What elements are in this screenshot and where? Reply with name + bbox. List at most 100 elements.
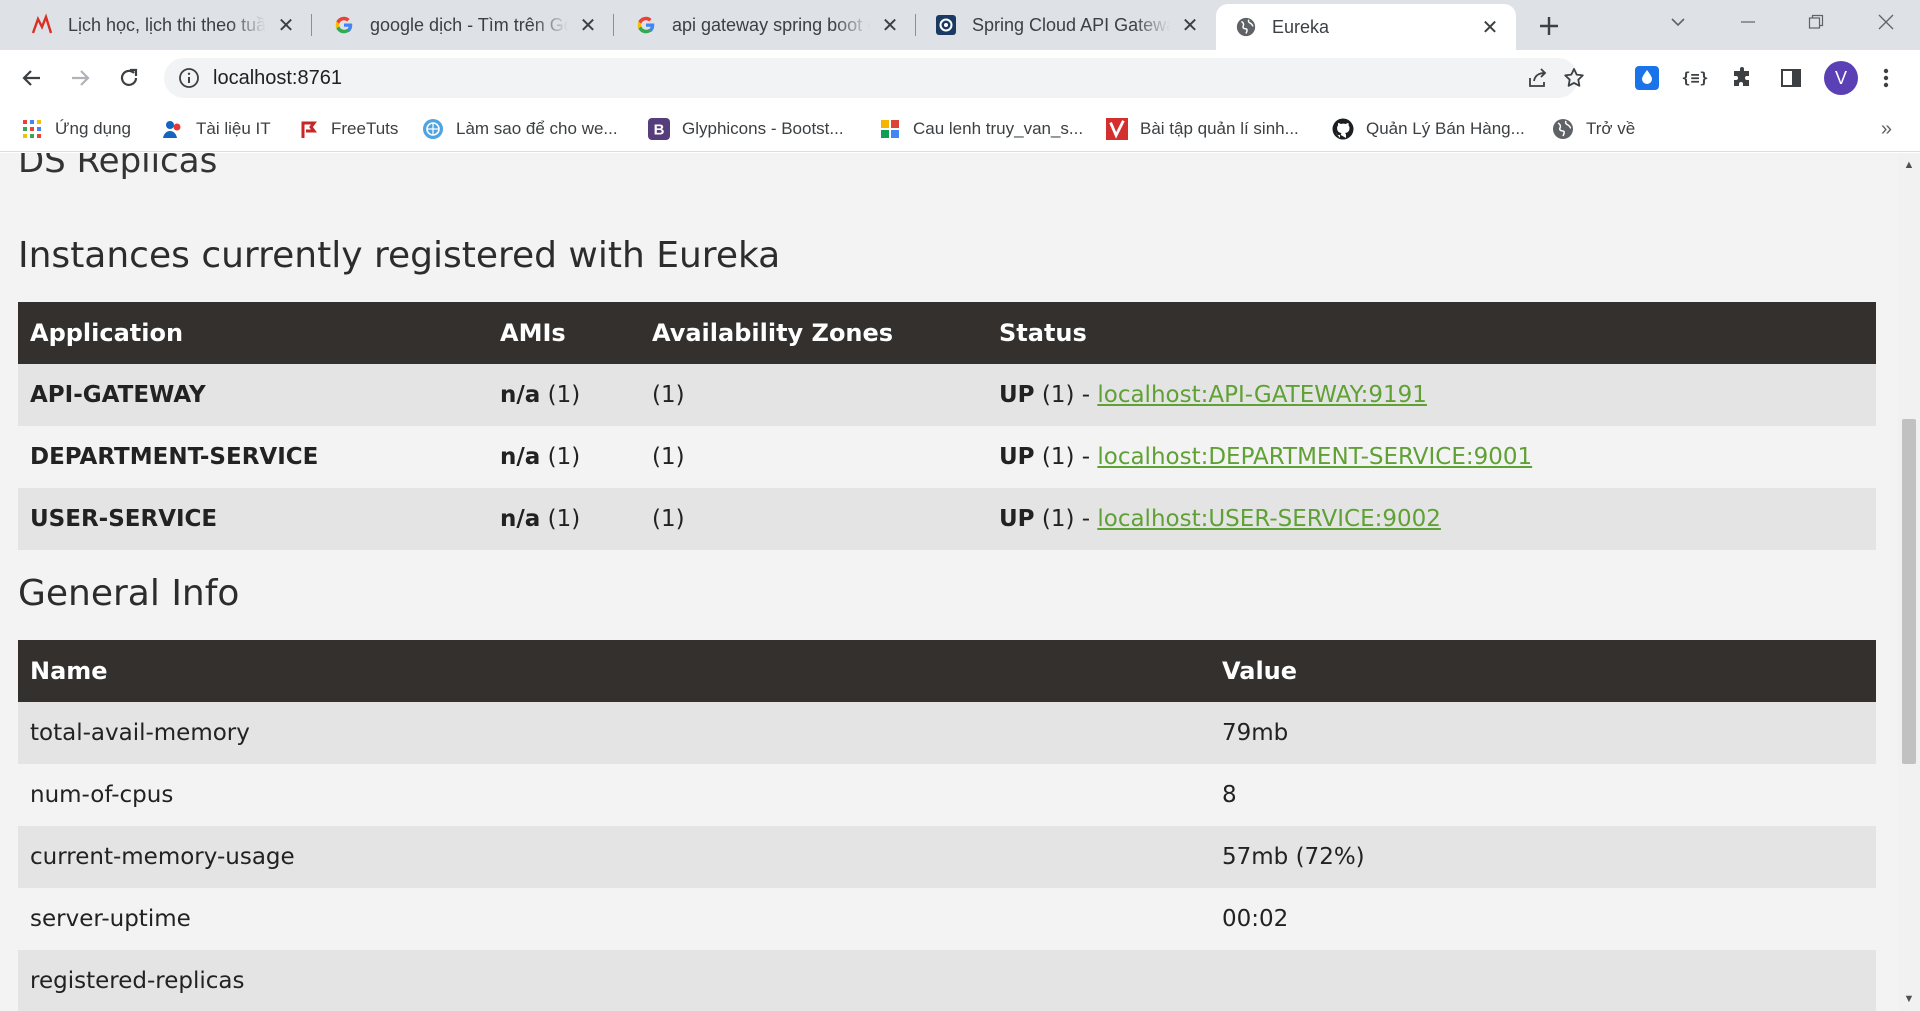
github-icon: [1332, 118, 1354, 140]
table-row: server-uptime 00:02: [18, 888, 1876, 950]
table-row: total-avail-memory 79mb: [18, 702, 1876, 764]
instances-table: Application AMIs Availability Zones Stat…: [18, 302, 1876, 550]
bookmark-tai-lieu-it[interactable]: Tài liệu IT: [162, 116, 271, 142]
table-header-row: Application AMIs Availability Zones Stat…: [18, 302, 1876, 364]
bookmark-label: Làm sao để cho we...: [456, 119, 618, 138]
bookmark-quan-ly-ban-hang[interactable]: Quản Lý Bán Hàng...: [1332, 116, 1525, 142]
close-window-button[interactable]: [1858, 0, 1914, 44]
amis-cell: n/a (1): [488, 364, 640, 426]
status-cell: UP (1) - localhost:USER-SERVICE:9002: [987, 488, 1876, 550]
scrollbar-thumb[interactable]: [1902, 419, 1916, 764]
bookmark-label: Quản Lý Bán Hàng...: [1366, 119, 1525, 138]
profile-avatar[interactable]: V: [1824, 61, 1858, 95]
amis-count: (1): [540, 506, 581, 532]
url-text[interactable]: localhost:8761: [213, 67, 342, 90]
amis-cell: n/a (1): [488, 488, 640, 550]
col-status: Status: [987, 302, 1876, 364]
google-icon: [332, 13, 356, 37]
instance-link[interactable]: localhost:USER-SERVICE:9002: [1097, 506, 1441, 532]
col-availability-zones: Availability Zones: [640, 302, 987, 364]
general-info-table: Name Value total-avail-memory 79mb num-of…: [18, 640, 1876, 1011]
scroll-down-arrow-icon[interactable]: ▼: [1903, 993, 1915, 1005]
apps-grid-icon: [21, 118, 43, 140]
amis-value: n/a: [500, 506, 541, 532]
new-tab-button[interactable]: [1532, 9, 1566, 43]
tab-spring-cloud[interactable]: Spring Cloud API Gateway ✕: [916, 0, 1216, 50]
amis-count: (1): [540, 382, 581, 408]
instance-link[interactable]: localhost:API-GATEWAY:9191: [1097, 382, 1427, 408]
close-tab-icon[interactable]: ✕: [274, 13, 298, 37]
more-bookmarks-icon[interactable]: »: [1881, 118, 1892, 141]
close-tab-icon[interactable]: ✕: [878, 13, 902, 37]
status-count: (1) -: [1034, 506, 1098, 532]
tab-title: Spring Cloud API Gateway: [972, 14, 1170, 35]
freetuts-icon: [297, 118, 319, 140]
share-icon[interactable]: [1526, 66, 1550, 90]
close-tab-icon[interactable]: ✕: [1478, 15, 1502, 39]
status-value: UP: [999, 382, 1035, 408]
zones-cell: (1): [640, 426, 987, 488]
info-value: 79mb: [1210, 702, 1876, 764]
col-application: Application: [18, 302, 488, 364]
bookmark-label: FreeTuts: [331, 119, 399, 138]
amis-count: (1): [540, 444, 581, 470]
reload-button[interactable]: [112, 61, 146, 95]
info-value: 57mb (72%): [1210, 826, 1876, 888]
extensions-puzzle-icon[interactable]: [1729, 64, 1757, 92]
more-menu-icon[interactable]: [1872, 64, 1900, 92]
bookmark-star-icon[interactable]: [1562, 66, 1586, 90]
info-value: 8: [1210, 764, 1876, 826]
bookmark-label: Cau lenh truy_van_s...: [913, 119, 1084, 138]
bookmark-label: Bài tập quản lí sinh...: [1140, 119, 1299, 138]
globe-badge-icon: [422, 118, 444, 140]
bookmark-freetuts[interactable]: FreeTuts: [297, 116, 398, 142]
table-row: API-GATEWAY n/a (1) (1) UP (1) - localho…: [18, 364, 1876, 426]
tab-ictu[interactable]: Lịch học, lịch thi theo tuần ✕: [12, 0, 312, 50]
people-icon: [162, 118, 184, 140]
col-value: Value: [1210, 640, 1876, 702]
info-value: [1210, 950, 1876, 1011]
general-info-heading: General Info: [18, 573, 240, 614]
bookmark-tro-ve[interactable]: Trở về: [1552, 116, 1635, 142]
site-info-icon[interactable]: [178, 67, 200, 89]
close-tab-icon[interactable]: ✕: [576, 13, 600, 37]
tab-api-gateway-search[interactable]: api gateway spring boot example ✕: [616, 0, 916, 50]
side-panel-icon[interactable]: [1777, 64, 1805, 92]
restore-button[interactable]: [1788, 0, 1844, 44]
bookmark-cau-lenh[interactable]: Cau lenh truy_van_s...: [879, 116, 1083, 142]
table-row: num-of-cpus 8: [18, 764, 1876, 826]
tab-google-dich[interactable]: google dịch - Tìm trên Google ✕: [314, 0, 614, 50]
back-button[interactable]: [15, 61, 49, 95]
status-cell: UP (1) - localhost:API-GATEWAY:9191: [987, 364, 1876, 426]
status-cell: UP (1) - localhost:DEPARTMENT-SERVICE:90…: [987, 426, 1876, 488]
zones-cell: (1): [640, 364, 987, 426]
browser-toolbar: localhost:8761 {≡} V: [0, 50, 1920, 106]
info-name: server-uptime: [18, 888, 1210, 950]
scroll-up-arrow-icon[interactable]: ▲: [1903, 159, 1915, 171]
bookmark-ung-dung[interactable]: Ứng dụng: [21, 116, 131, 142]
tab-eureka[interactable]: Eureka ✕: [1216, 4, 1516, 50]
table-row: registered-replicas: [18, 950, 1876, 1011]
ictu-logo-icon: [30, 13, 54, 37]
json-extension-icon[interactable]: {≡}: [1681, 64, 1709, 92]
water-drop-extension-icon[interactable]: [1633, 64, 1661, 92]
forward-button[interactable]: [63, 61, 97, 95]
instance-link[interactable]: localhost:DEPARTMENT-SERVICE:9001: [1097, 444, 1532, 470]
tab-title: google dịch - Tìm trên Google: [370, 14, 568, 35]
bookmarks-bar: Ứng dụng Tài liệu IT FreeTuts Làm sao để…: [0, 106, 1920, 152]
bookmark-bai-tap[interactable]: Bài tập quản lí sinh...: [1106, 116, 1299, 142]
address-bar[interactable]: localhost:8761: [164, 58, 1584, 98]
tab-search-icon[interactable]: [1650, 0, 1706, 44]
minimize-button[interactable]: [1720, 0, 1776, 44]
sql-icon: [879, 118, 901, 140]
page-scrollbar[interactable]: ▲ ▼: [1898, 153, 1920, 1011]
amis-cell: n/a (1): [488, 426, 640, 488]
bookmark-lam-sao[interactable]: Làm sao để cho we...: [422, 116, 618, 142]
globe-icon: [1234, 15, 1258, 39]
bookmark-glyphicons[interactable]: B Glyphicons - Bootst...: [648, 116, 844, 142]
close-tab-icon[interactable]: ✕: [1178, 13, 1202, 37]
bookmark-label: Tài liệu IT: [196, 119, 271, 138]
bookmark-label: Trở về: [1586, 119, 1636, 138]
app-name: DEPARTMENT-SERVICE: [18, 426, 488, 488]
status-count: (1) -: [1034, 444, 1098, 470]
